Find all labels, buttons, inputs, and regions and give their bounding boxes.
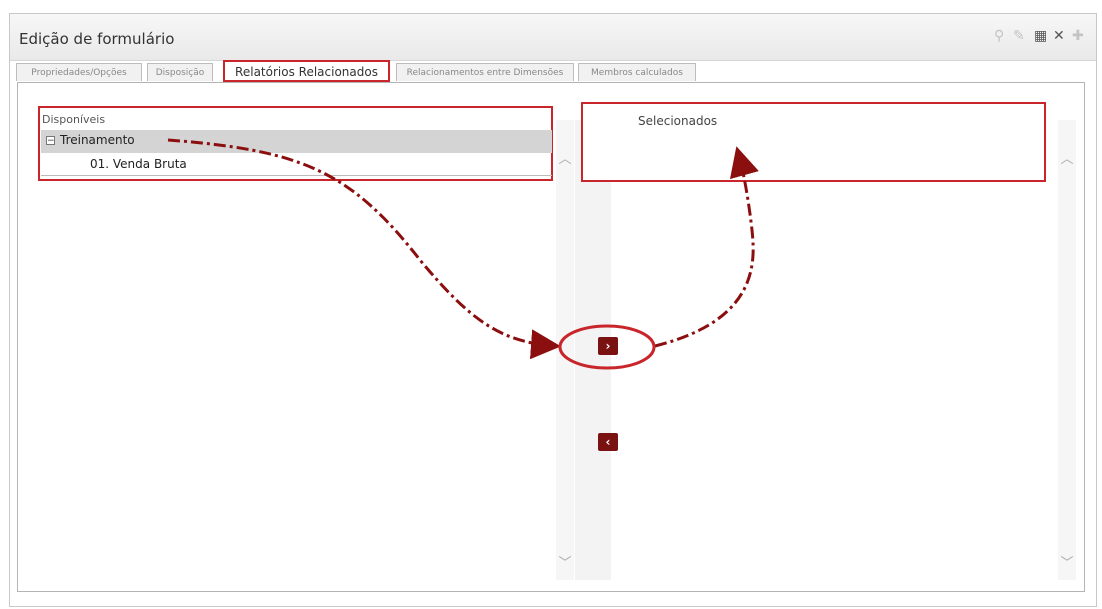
scroll-down-icon[interactable]: ﹀: [1058, 552, 1076, 571]
selected-label: Selecionados: [638, 114, 718, 128]
pin-icon[interactable]: ✚: [1072, 28, 1084, 44]
search-icon[interactable]: ⚲: [994, 28, 1004, 44]
tab-calculated-members[interactable]: Membros calculados: [578, 63, 696, 81]
scroll-up-icon[interactable]: ︿: [1058, 148, 1076, 167]
add-to-selected-button[interactable]: ›: [598, 337, 618, 355]
available-list: Disponíveis − Treinamento 01. Venda Brut…: [38, 106, 553, 181]
scroll-down-icon[interactable]: ﹀: [556, 552, 574, 571]
save-icon[interactable]: ▦: [1034, 28, 1047, 44]
collapse-icon[interactable]: −: [46, 136, 55, 146]
tree-group-row[interactable]: − Treinamento: [41, 130, 552, 153]
list-item-label: 01. Venda Bruta: [90, 157, 187, 171]
scroll-up-icon[interactable]: ︿: [556, 148, 574, 167]
tab-properties[interactable]: Propriedades/Opções: [16, 63, 142, 81]
tab-related-reports[interactable]: Relatórios Relacionados: [223, 60, 390, 82]
remove-from-selected-button[interactable]: ‹: [598, 433, 618, 451]
tree-group-label: Treinamento: [60, 133, 135, 147]
selected-scrollbar[interactable]: ︿ ﹀: [1058, 120, 1076, 580]
available-label: Disponíveis: [42, 113, 106, 126]
tab-layout[interactable]: Disposição: [147, 63, 213, 81]
list-item[interactable]: 01. Venda Bruta: [41, 154, 552, 176]
available-scrollbar[interactable]: ︿ ﹀: [556, 120, 574, 580]
close-icon[interactable]: ✕: [1053, 28, 1065, 44]
title-bar: Edição de formulário ⚲ ✎ ▦ ✕ ✚: [10, 14, 1096, 61]
window-title: Edição de formulário: [19, 30, 175, 48]
tab-dimension-relationships[interactable]: Relacionamentos entre Dimensões: [396, 63, 574, 81]
selected-list: Selecionados: [581, 102, 1046, 182]
edit-icon[interactable]: ✎: [1013, 28, 1025, 44]
